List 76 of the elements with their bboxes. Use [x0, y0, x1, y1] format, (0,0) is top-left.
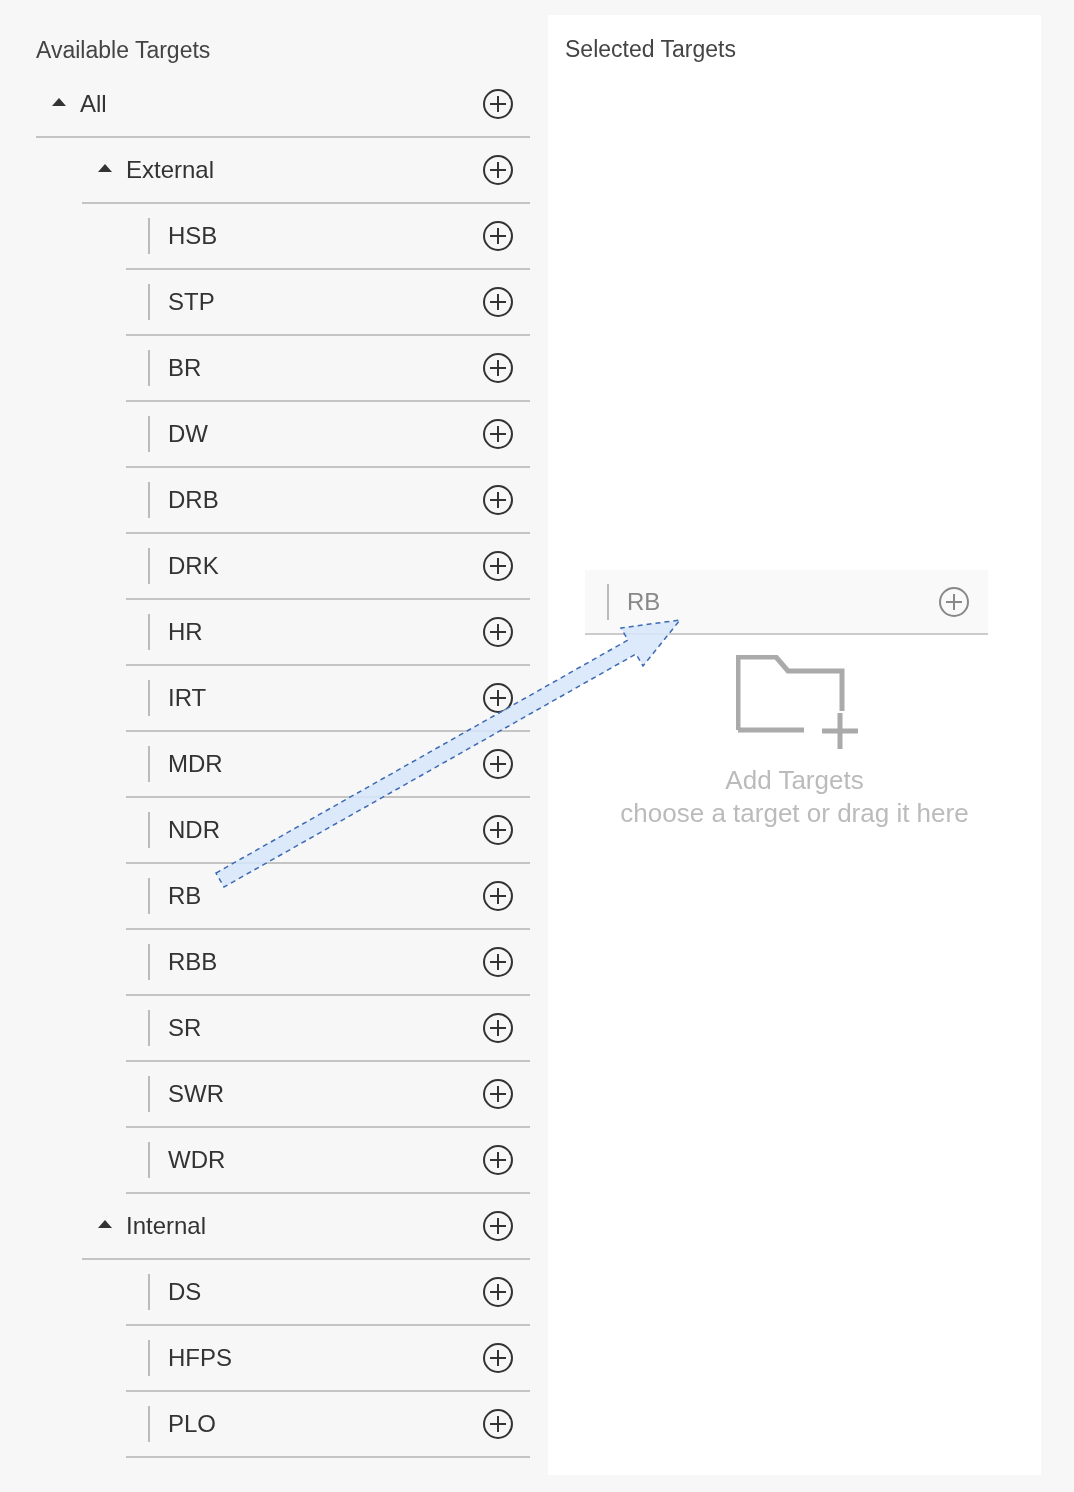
add-button[interactable]: [482, 1144, 514, 1176]
add-button[interactable]: [482, 1078, 514, 1110]
plus-circle-icon: [482, 550, 514, 582]
target-label[interactable]: PLO: [168, 1410, 217, 1438]
target-label[interactable]: DRK: [168, 552, 219, 580]
plus-circle-icon: [482, 1144, 514, 1176]
add-button[interactable]: [482, 748, 514, 780]
add-button[interactable]: [482, 1012, 514, 1044]
target-label[interactable]: SWR: [168, 1080, 224, 1108]
add-button[interactable]: [482, 154, 514, 186]
target-label[interactable]: SR: [168, 1014, 202, 1042]
target-label[interactable]: RBB: [168, 948, 218, 976]
target-label[interactable]: HFPS: [168, 1344, 232, 1372]
target-label[interactable]: NDR: [168, 816, 220, 844]
add-button[interactable]: [482, 880, 514, 912]
add-button[interactable]: [482, 1210, 514, 1242]
group-label[interactable]: Internal: [126, 1212, 207, 1240]
plus-circle-icon: [482, 1342, 514, 1374]
add-button[interactable]: [482, 682, 514, 714]
panel-title: Available Targets: [36, 36, 212, 65]
target-label[interactable]: DS: [168, 1278, 202, 1306]
add-button[interactable]: [482, 1276, 514, 1308]
folder-add-icon: [735, 655, 860, 749]
target-label: RB: [627, 587, 661, 616]
collapse-toggle[interactable]: [98, 164, 112, 172]
plus-circle-icon: [482, 418, 514, 450]
add-button[interactable]: [482, 550, 514, 582]
plus-circle-icon: [482, 748, 514, 780]
triangle-icon: [98, 164, 112, 172]
panel-title: Selected Targets: [565, 35, 737, 64]
plus-circle-icon: [482, 1078, 514, 1110]
add-button[interactable]: [482, 814, 514, 846]
plus-circle-icon: [482, 880, 514, 912]
target-label[interactable]: HR: [168, 618, 203, 646]
add-button[interactable]: [482, 352, 514, 384]
target-label[interactable]: WDR: [168, 1146, 226, 1174]
add-button[interactable]: [482, 418, 514, 450]
collapse-toggle[interactable]: [98, 1220, 112, 1228]
add-button[interactable]: [482, 220, 514, 252]
empty-hint: choose a target or drag it here: [620, 798, 969, 829]
triangle-icon: [98, 1220, 112, 1228]
plus-circle-icon: [938, 585, 970, 618]
plus-circle-icon: [482, 682, 514, 714]
target-label[interactable]: DW: [168, 420, 208, 448]
target-label[interactable]: DRB: [168, 486, 219, 514]
add-button[interactable]: [482, 946, 514, 978]
plus-circle-icon: [482, 220, 514, 252]
plus-circle-icon: [482, 616, 514, 648]
target-label[interactable]: MDR: [168, 750, 223, 778]
plus-circle-icon: [482, 1012, 514, 1044]
target-label[interactable]: RB: [168, 882, 202, 910]
add-button[interactable]: [482, 286, 514, 318]
target-label[interactable]: STP: [168, 288, 215, 316]
add-button[interactable]: [482, 616, 514, 648]
add-button[interactable]: [482, 88, 514, 120]
plus-circle-icon: [482, 1276, 514, 1308]
group-label[interactable]: External: [126, 156, 215, 184]
plus-circle-icon: [482, 352, 514, 384]
plus-circle-icon: [482, 814, 514, 846]
group-label[interactable]: All: [80, 90, 107, 118]
empty-title: Add Targets: [725, 765, 864, 796]
target-label[interactable]: BR: [168, 354, 202, 382]
plus-circle-icon: [482, 1210, 514, 1242]
plus-circle-icon: [482, 88, 514, 120]
add-button[interactable]: [482, 1342, 514, 1374]
collapse-toggle[interactable]: [52, 98, 66, 106]
plus-circle-icon: [482, 484, 514, 516]
target-label[interactable]: HSB: [168, 222, 218, 250]
plus-circle-icon: [482, 286, 514, 318]
plus-circle-icon: [482, 154, 514, 186]
triangle-icon: [52, 98, 66, 106]
target-label[interactable]: IRT: [168, 684, 207, 712]
add-button[interactable]: [482, 484, 514, 516]
plus-circle-icon: [482, 946, 514, 978]
add-button[interactable]: [482, 1408, 514, 1440]
plus-circle-icon: [482, 1408, 514, 1440]
